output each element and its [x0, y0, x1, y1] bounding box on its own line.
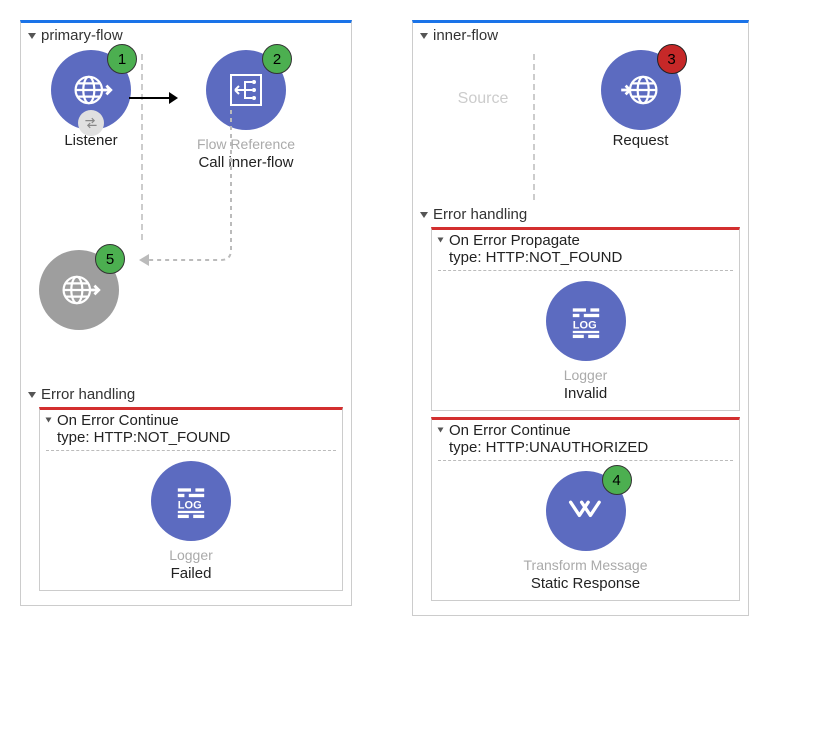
badge-4: 4 — [602, 465, 632, 495]
flow-reference-label: Call inner-flow — [198, 154, 293, 171]
inner-flow-title-row: inner-flow — [413, 23, 748, 44]
on-error-continue-type: type: HTTP:UNAUTHORIZED — [449, 439, 733, 456]
primary-flow-title-row: primary-flow — [21, 23, 351, 44]
primary-error-title-row: Error handling — [29, 382, 343, 405]
request-response-icon — [78, 110, 104, 136]
svg-text:LOG: LOG — [178, 500, 202, 512]
logger-caption: Logger — [564, 367, 608, 383]
svg-text:LOG: LOG — [572, 320, 596, 332]
logger-caption: Logger — [169, 547, 213, 563]
collapse-icon[interactable] — [28, 392, 36, 398]
on-error-continue-type: type: HTTP:NOT_FOUND — [57, 429, 336, 446]
on-error-continue-box[interactable]: On Error Continue type: HTTP:UNAUTHORIZE… — [431, 417, 740, 601]
primary-error-title: Error handling — [41, 386, 135, 403]
globe-arrow-grey-icon — [57, 268, 101, 312]
collapse-icon[interactable] — [438, 428, 444, 433]
transform-icon — [564, 489, 608, 533]
on-error-propagate-type: type: HTTP:NOT_FOUND — [449, 249, 733, 266]
on-error-propagate-title: On Error Propagate — [449, 232, 733, 249]
collapse-icon[interactable] — [438, 238, 444, 243]
source-placeholder: Source — [458, 50, 509, 108]
inner-flow-panel: inner-flow Source 3 Requ — [412, 20, 749, 616]
collapse-icon[interactable] — [28, 33, 36, 39]
transform-caption: Transform Message — [524, 557, 648, 573]
on-error-continue-title: On Error Continue — [449, 422, 733, 439]
inner-flow-title: inner-flow — [433, 27, 498, 44]
on-error-propagate-box[interactable]: On Error Propagate type: HTTP:NOT_FOUND … — [431, 227, 740, 411]
primary-flow-title: primary-flow — [41, 27, 123, 44]
http-request-icon — [619, 68, 663, 112]
primary-flow-panel: primary-flow 1 — [20, 20, 352, 606]
request-node[interactable]: 3 Request — [601, 50, 681, 149]
logger-node[interactable]: LOG — [151, 461, 231, 541]
transform-label: Static Response — [531, 575, 640, 592]
request-label: Request — [613, 132, 669, 149]
badge-5: 5 — [95, 244, 125, 274]
badge-3: 3 — [657, 44, 687, 74]
collapse-icon[interactable] — [46, 418, 52, 423]
on-error-continue-title: On Error Continue — [57, 412, 336, 429]
logger-icon: LOG — [169, 479, 213, 523]
flow-reference-icon — [223, 67, 269, 113]
flow-reference-caption: Flow Reference — [197, 136, 295, 152]
on-error-continue-box[interactable]: On Error Continue type: HTTP:NOT_FOUND L… — [39, 407, 343, 591]
logger-icon: LOG — [564, 299, 608, 343]
logger-label: Invalid — [564, 385, 607, 402]
inner-error-title: Error handling — [433, 206, 527, 223]
badge-2: 2 — [262, 44, 292, 74]
transform-message-node[interactable]: 4 — [546, 471, 626, 551]
response-node[interactable]: 5 — [39, 250, 119, 330]
collapse-icon[interactable] — [420, 212, 428, 218]
badge-1: 1 — [107, 44, 137, 74]
logger-node[interactable]: LOG — [546, 281, 626, 361]
globe-arrow-icon — [69, 68, 113, 112]
listener-node[interactable]: 1 Listener — [51, 50, 131, 149]
collapse-icon[interactable] — [420, 33, 428, 39]
logger-label: Failed — [171, 565, 212, 582]
flow-reference-node[interactable]: 2 Flow Reference Call inner-flow — [197, 50, 295, 171]
inner-error-title-row: Error handling — [421, 202, 740, 225]
